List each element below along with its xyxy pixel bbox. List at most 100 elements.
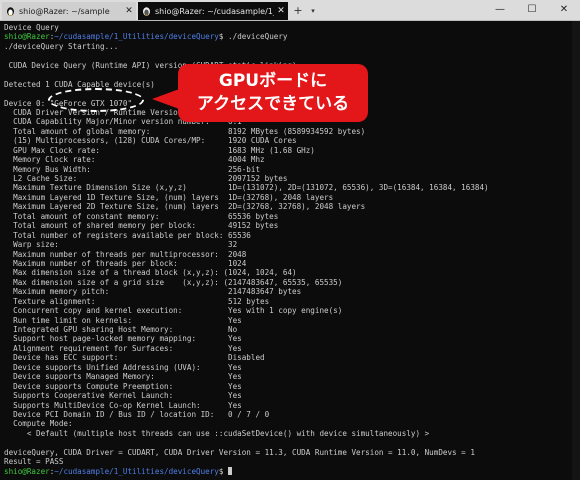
terminal-line: GPU Max Clock rate: 1683 MHz (1.68 GHz) [4,146,572,155]
linux-penguin-icon [7,7,14,16]
output-text: Maximum number of threads per block: 102… [4,258,247,268]
output-text: Support host page-locked memory mapping:… [4,334,242,344]
command-text: ./deviceQuery [228,32,288,42]
callout-line-2: アクセスできている [196,94,350,114]
terminal-scrollbar[interactable] [572,21,580,480]
output-text: Total amount of shared memory per block:… [4,221,279,231]
output-text: Supports Cooperative Kernel Launch: Yes [4,391,242,401]
terminal-line: (15) Multiprocessors, (128) CUDA Cores/M… [4,136,572,145]
prompt-symbol: $ [218,32,229,42]
terminal-line: Alignment requirement for Surfaces: Yes [4,344,572,353]
terminal-line: Warp size: 32 [4,240,572,249]
output-text: Warp size: 32 [4,240,238,250]
terminal-line: Support host page-locked memory mapping:… [4,334,572,343]
output-text: deviceQuery, CUDA Driver = CUDART, CUDA … [4,447,475,457]
output-text: Texture alignment: 512 bytes [4,296,270,306]
terminal-line: < Default (multiple host threads can use… [4,429,572,438]
terminal-line: Total number of registers available per … [4,231,572,240]
terminal-line: Device supports Unified Addressing (UVA)… [4,363,572,372]
output-text: Max dimension size of a grid size (x,y,z… [4,277,343,287]
prompt-user: shio@Razer [4,32,50,42]
terminal-line: Device supports Managed Memory: Yes [4,372,572,381]
tab-devicequery[interactable]: shio@Razer: ~/cudasample/1_U ✕ [138,2,288,20]
terminal-line: Supports MultiDevice Co-op Kernel Launch… [4,401,572,410]
terminal-line: Device supports Compute Preemption: Yes [4,382,572,391]
output-text: Device supports Compute Preemption: Yes [4,381,242,391]
annotation-callout: GPUボードに アクセスできている [178,64,368,122]
new-tab-button[interactable]: + [290,2,306,20]
minimize-button[interactable]: — [484,0,516,20]
output-text: Integrated GPU sharing Host Memory: No [4,325,238,334]
tab-sample[interactable]: shio@Razer: ~/sample ✕ [2,2,136,20]
terminal-line: Maximum Layered 2D Texture Size, (num) l… [4,202,572,211]
highlight-ellipse [48,88,144,112]
tab-devicequery-label: shio@Razer: ~/cudasample/1_U [155,6,274,16]
terminal-line: shio@Razer:~/cudasample/1_Utilities/devi… [4,32,572,41]
terminal-line: Texture alignment: 512 bytes [4,297,572,306]
output-text: Max dimension size of a thread block (x,… [4,268,297,278]
output-text: Supports MultiDevice Co-op Kernel Launch… [4,400,242,410]
output-text: Total amount of constant memory: 65536 b… [4,211,279,221]
output-text: (15) Multiprocessors, (128) CUDA Cores/M… [4,136,297,146]
terminal-line: Supports Cooperative Kernel Launch: Yes [4,391,572,400]
terminal-line: Memory Clock rate: 4004 Mhz [4,155,572,164]
tab-dropdown-button[interactable]: ▾ [306,2,320,20]
prompt-symbol: $ [218,466,229,476]
output-text: Maximum number of threads per multiproce… [4,249,247,259]
close-window-button[interactable]: ✕ [548,0,580,20]
output-text: Device has ECC support: Disabled [4,353,265,363]
terminal-line: Maximum Texture Dimension Size (x,y,z) 1… [4,183,572,192]
terminal-line: Total amount of constant memory: 65536 b… [4,212,572,221]
output-text: Device supports Unified Addressing (UVA)… [4,362,242,372]
output-text: Result = PASS [4,457,64,467]
output-text: Detected 1 CUDA Capable device(s) [4,79,155,89]
output-text: Memory Bus Width: 256-bit [4,164,261,174]
maximize-button[interactable]: ☐ [516,0,548,20]
terminal-line: Maximum memory pitch: 2147483647 bytes [4,287,572,296]
output-text: Maximum memory pitch: 2147483647 bytes [4,287,302,297]
terminal-line: ./deviceQuery Starting... [4,42,572,51]
output-text: GPU Max Clock rate: 1683 MHz (1.68 GHz) [4,145,315,155]
prompt-path: ~/cudasample/1_Utilities/deviceQuery [54,466,219,476]
terminal-line: Run time limit on kernels: Yes [4,316,572,325]
terminal-line: Compute Mode: [4,419,572,428]
output-text: Maximum Layered 1D Texture Size, (num) l… [4,192,334,202]
terminal-line: Device PCI Domain ID / Bus ID / location… [4,410,572,419]
output-text: Maximum Layered 2D Texture Size, (num) l… [4,202,366,212]
text-cursor [228,466,233,475]
tab-close-icon[interactable]: ✕ [274,6,288,16]
terminal-line: Maximum Layered 1D Texture Size, (num) l… [4,193,572,202]
terminal-line: Max dimension size of a grid size (x,y,z… [4,278,572,287]
terminal-line: shio@Razer:~/cudasample/1_Utilities/devi… [4,466,572,476]
output-text: Device PCI Domain ID / Bus ID / location… [4,409,270,419]
terminal-line: Total amount of shared memory per block:… [4,221,572,230]
prompt-path: ~/cudasample/1_Utilities/deviceQuery [54,32,219,42]
terminal-line: Device Query [4,23,572,32]
terminal-line: Maximum number of threads per block: 102… [4,259,572,268]
output-text: Run time limit on kernels: Yes [4,315,242,325]
terminal-line: Total amount of global memory: 8192 MByt… [4,127,572,136]
output-text: Device supports Managed Memory: Yes [4,372,242,382]
output-text: Concurrent copy and kernel execution: Ye… [4,306,343,316]
output-text: Memory Clock rate: 4004 Mhz [4,155,265,165]
linux-penguin-icon [143,7,150,16]
terminal-line: deviceQuery, CUDA Driver = CUDART, CUDA … [4,448,572,457]
tab-close-icon[interactable]: ✕ [122,6,136,16]
tab-sample-label: shio@Razer: ~/sample [19,6,110,16]
output-text: L2 Cache Size: 2097152 bytes [4,174,288,183]
output-text: Alignment requirement for Surfaces: Yes [4,343,242,353]
callout-line-1: GPUボードに [218,71,328,91]
output-text: Total amount of global memory: 8192 MByt… [4,126,366,136]
terminal-line: L2 Cache Size: 2097152 bytes [4,174,572,183]
output-text: Device Query [4,23,59,32]
output-text: Maximum Texture Dimension Size (x,y,z) 1… [4,183,489,193]
terminal-line: Result = PASS [4,457,572,466]
terminal-line: Max dimension size of a thread block (x,… [4,268,572,277]
terminal-line: Maximum number of threads per multiproce… [4,250,572,259]
output-text: Total number of registers available per … [4,230,251,240]
terminal-line: Device has ECC support: Disabled [4,353,572,362]
prompt-user: shio@Razer [4,466,50,476]
terminal-line: Concurrent copy and kernel execution: Ye… [4,306,572,315]
output-text: ./deviceQuery Starting... [4,41,119,51]
title-bar: shio@Razer: ~/sample ✕ shio@Razer: ~/cud… [0,0,580,21]
